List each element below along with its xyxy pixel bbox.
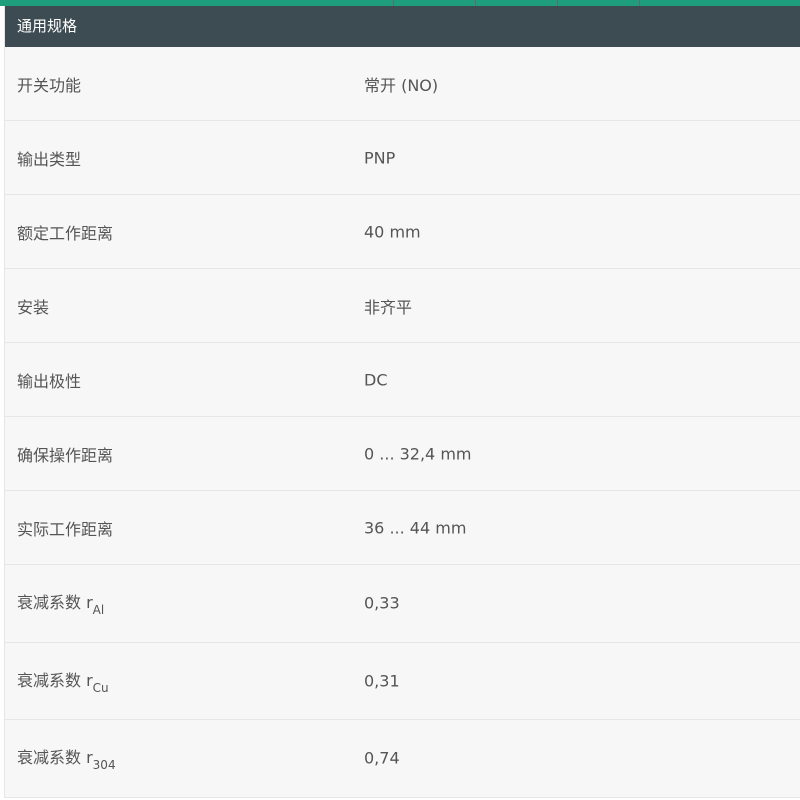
spec-value: 0,31 <box>364 671 400 691</box>
spec-value: 0 ... 32,4 mm <box>364 444 472 463</box>
table-row: 输出极性 DC <box>5 343 800 417</box>
section-header[interactable]: 通用规格 <box>5 6 800 47</box>
spec-label: 输出类型 <box>17 149 82 169</box>
spec-value: PNP <box>364 148 396 167</box>
table-row: 开关功能 常开 (NO) <box>5 47 800 121</box>
spec-label-text: 衰减系数 r <box>17 593 93 613</box>
table-row: 安装 非齐平 <box>5 269 800 343</box>
table-row: 确保操作距离 0 ... 32,4 mm <box>5 417 800 491</box>
table-row: 额定工作距离 40 mm <box>5 195 800 269</box>
spec-value: 0,33 <box>364 593 400 613</box>
spec-label: 衰减系数 rCu <box>17 667 109 695</box>
spec-label: 安装 <box>17 297 50 317</box>
table-row: 衰减系数 rCu 0,31 <box>5 642 800 720</box>
spec-label: 输出极性 <box>17 371 82 391</box>
spec-label-text: 衰减系数 r <box>17 748 93 768</box>
spec-table: 通用规格 开关功能 常开 (NO) 输出类型 PNP 额定工作距离 40 mm … <box>4 6 800 798</box>
spec-label: 确保操作距离 <box>17 445 114 465</box>
table-row: 实际工作距离 36 ... 44 mm <box>5 491 800 565</box>
spec-page: 通用规格 开关功能 常开 (NO) 输出类型 PNP 额定工作距离 40 mm … <box>0 0 800 800</box>
spec-value: 非齐平 <box>364 297 413 317</box>
spec-label: 额定工作距离 <box>17 223 114 243</box>
spec-label-subscript: Al <box>92 603 105 618</box>
table-row: 输出类型 PNP <box>5 121 800 195</box>
spec-label-text: 衰减系数 r <box>17 670 93 690</box>
table-row: 衰减系数 r304 0,74 <box>5 720 800 798</box>
spec-label-subscript: Cu <box>92 680 109 695</box>
spec-label: 实际工作距离 <box>17 519 114 539</box>
spec-value: DC <box>364 370 388 389</box>
section-title: 通用规格 <box>17 17 78 35</box>
spec-label: 衰减系数 r304 <box>17 744 116 772</box>
spec-value: 36 ... 44 mm <box>364 518 467 537</box>
spec-value: 40 mm <box>364 222 421 241</box>
spec-value: 常开 (NO) <box>364 75 439 95</box>
table-row: 衰减系数 rAl 0,33 <box>5 565 800 643</box>
spec-label-subscript: 304 <box>92 758 116 773</box>
spec-value: 0,74 <box>364 748 400 768</box>
spec-label: 开关功能 <box>17 75 82 95</box>
spec-label: 衰减系数 rAl <box>17 589 104 617</box>
